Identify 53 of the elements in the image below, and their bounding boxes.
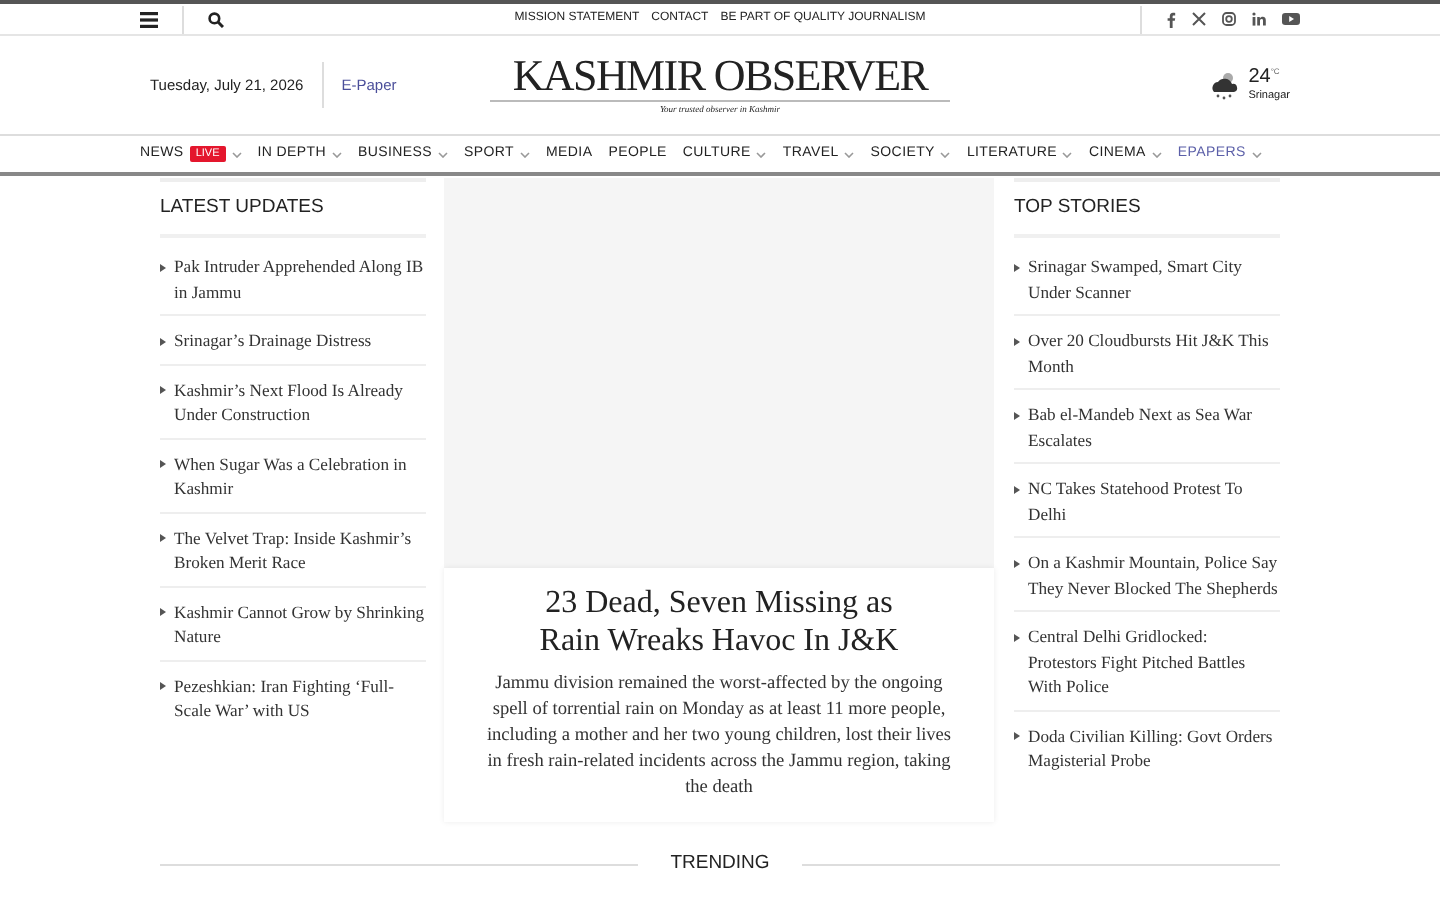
youtube-icon[interactable] (1282, 12, 1300, 26)
story-link[interactable]: Pezeshkian: Iran Fighting ‘Full-Scale War’ with US (174, 673, 426, 724)
chevron-down-icon[interactable] (1151, 151, 1162, 157)
bullet-icon (160, 608, 166, 617)
bullet-icon (1014, 559, 1020, 568)
bullet-icon (1014, 337, 1020, 346)
bullet-icon (160, 337, 166, 346)
bullet-icon (160, 682, 166, 691)
chevron-down-icon[interactable] (1062, 151, 1073, 157)
story-link[interactable]: Kashmir’s Next Flood Is Already Under Construction (174, 377, 426, 428)
story-link[interactable]: The Velvet Trap: Inside Kashmir’s Broken Merit Race (174, 525, 426, 576)
chevron-down-icon[interactable] (844, 151, 855, 157)
section-title: LATEST UPDATES (160, 182, 426, 239)
chevron-down-icon[interactable] (438, 151, 449, 157)
bullet-icon (1014, 732, 1020, 741)
story-link[interactable]: Pak Intruder Apprehended Along IB in Jammu (174, 254, 426, 305)
bullet-icon (160, 460, 166, 469)
menu-icon[interactable] (140, 11, 158, 27)
story-link[interactable]: When Sugar Was a Celebration in Kashmir (174, 451, 426, 502)
story-link[interactable]: Bab el-Mandeb Next as Sea War Escalates (1028, 402, 1280, 453)
x-icon[interactable] (1192, 12, 1206, 26)
bullet-icon (1014, 633, 1020, 642)
section-title: TRENDING (668, 850, 772, 878)
chevron-down-icon[interactable] (332, 151, 343, 157)
search-icon[interactable] (208, 11, 224, 27)
story-link[interactable]: On a Kashmir Mountain, Police Say They Never Blocked The Shepherds (1028, 550, 1280, 601)
facebook-icon[interactable] (1166, 11, 1176, 27)
chevron-down-icon[interactable] (1251, 151, 1262, 157)
story-link[interactable]: NC Takes Statehood Protest To Delhi (1028, 476, 1280, 527)
story-link[interactable]: Doda Civilian Killing: Govt Orders Magisterial Probe (1028, 723, 1280, 774)
story-link[interactable]: Central Delhi Gridlocked: Protestors Fight Pitched Battles With Police (1028, 624, 1280, 700)
bullet-icon (1014, 411, 1020, 420)
chevron-down-icon[interactable] (520, 151, 531, 157)
linkedin-icon[interactable] (1252, 12, 1266, 26)
instagram-icon[interactable] (1222, 12, 1236, 26)
chevron-down-icon[interactable] (756, 151, 767, 157)
bullet-icon (160, 263, 166, 272)
bullet-icon (160, 534, 166, 543)
summary-text: Jammu division remained the worst-affected by the ongoing spell of torrential rain on Monday as at least 11 more people, including a mother and her two young children, lost their lives in fresh rain-related incidents across the Jammu region, taking the death (484, 672, 954, 802)
bullet-icon (1014, 263, 1020, 272)
bullet-icon (160, 386, 166, 395)
temperature-text: 24 (1248, 65, 1271, 88)
story-link[interactable]: Over 20 Cloudbursts Hit J&K This Month (1028, 328, 1280, 379)
story-link[interactable]: Kashmir Cannot Grow by Shrinking Nature (174, 599, 426, 650)
cloud-rain-icon (1208, 69, 1241, 101)
chevron-down-icon[interactable] (231, 151, 242, 157)
headline[interactable]: 23 Dead, Seven Missing as Rain Wreaks Havoc In J&K (468, 584, 970, 660)
story-link[interactable]: Srinagar’s Drainage Distress (174, 328, 372, 354)
bullet-icon (1014, 485, 1020, 494)
section-title: TOP STORIES (1014, 182, 1280, 239)
logo[interactable]: KASHMIR OBSERVER (512, 52, 928, 101)
chevron-down-icon[interactable] (940, 151, 951, 157)
story-link[interactable]: Srinagar Swamped, Smart City Under Scanner (1028, 254, 1280, 305)
